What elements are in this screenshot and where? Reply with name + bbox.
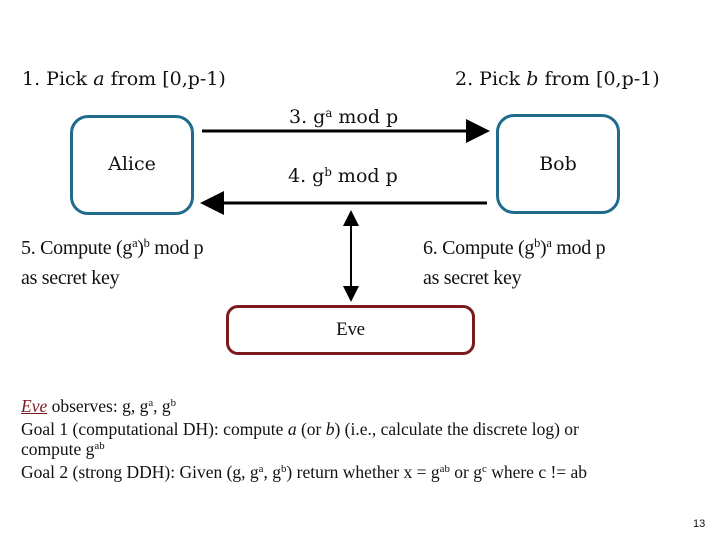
notes-line-observes: Eve observes: g, ga, gb (21, 396, 177, 416)
notes-line-goal1: Goal 1 (computational DH): compute a (or… (21, 419, 579, 439)
step2-label: 2. Pick b from [0,p-1) (455, 68, 660, 90)
step6-label: 6. Compute (gb)a mod p as secret key (423, 234, 606, 292)
alice-node: Alice (70, 115, 194, 215)
alice-label: Alice (108, 153, 156, 175)
bob-node: Bob (496, 114, 620, 214)
eve-node: Eve (226, 305, 475, 355)
step6-line1: 6. Compute (gb)a mod p (423, 236, 606, 259)
step5-line2: as secret key (21, 267, 120, 289)
step5-line1: 5. Compute (ga)b mod p (21, 236, 204, 259)
bob-label: Bob (539, 153, 577, 175)
step5-label: 5. Compute (ga)b mod p as secret key (21, 234, 204, 292)
step3-label: 3. ga mod p (289, 105, 399, 128)
eve-label: Eve (336, 319, 365, 340)
notes-block: Eve observes: g, ga, gb Goal 1 (computat… (21, 396, 587, 485)
step4-label: 4. gb mod p (288, 164, 398, 187)
notes-line-goal1-cont: compute gab (21, 439, 105, 459)
notes-line-goal2: Goal 2 (strong DDH): Given (g, ga, gb) r… (21, 462, 588, 482)
step1-label: 1. Pick a from [0,p-1) (22, 68, 226, 90)
page-number: 13 (693, 518, 706, 530)
step6-line2: as secret key (423, 267, 522, 289)
eve-link[interactable]: Eve (21, 396, 47, 416)
